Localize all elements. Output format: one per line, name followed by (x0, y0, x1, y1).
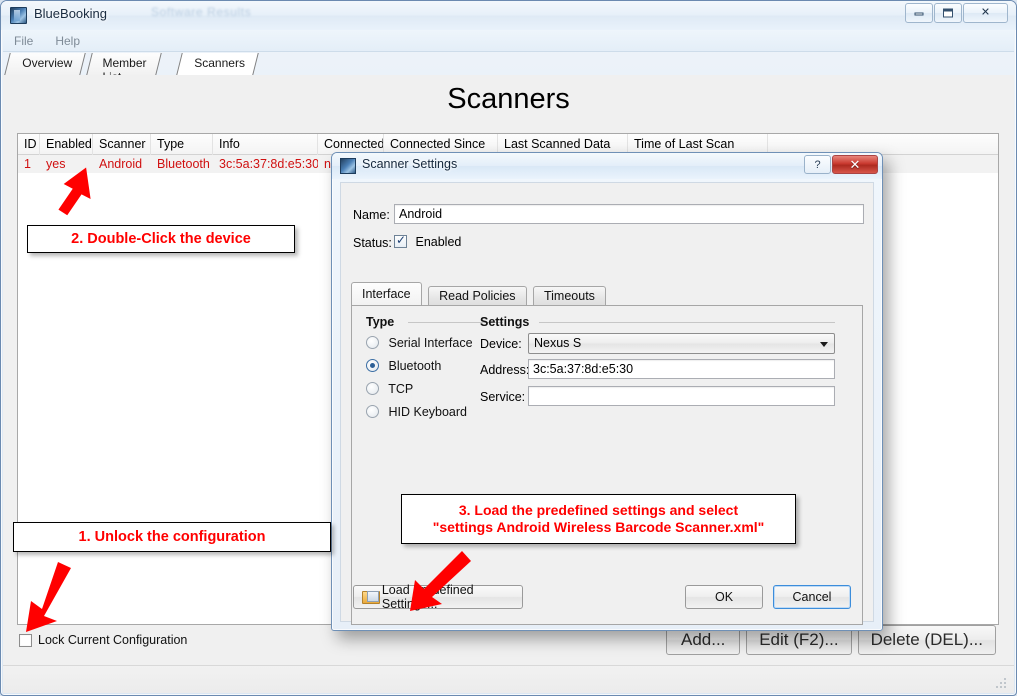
menu-item-help[interactable]: Help (44, 34, 91, 48)
resize-grip-icon[interactable] (996, 678, 1008, 690)
cell-enabled: yes (46, 157, 66, 171)
dialog-tab-read-policies[interactable]: Read Policies (428, 286, 527, 307)
maximize-button[interactable] (934, 3, 962, 23)
device-label: Device: (480, 337, 522, 351)
annotation-step-2-text: 2. Double-Click the device (71, 230, 251, 247)
dialog-app-icon (340, 158, 356, 174)
radio-serial-interface[interactable]: Serial Interface (366, 336, 473, 350)
ok-button[interactable]: OK (685, 585, 763, 609)
col-scanner[interactable]: Scanner (93, 133, 151, 155)
window-title: BlueBooking (34, 6, 107, 21)
dialog-tab-timeouts[interactable]: Timeouts (532, 286, 606, 307)
cell-scanner: Android (99, 157, 143, 171)
service-label: Service: (480, 390, 526, 404)
type-group-label: Type (366, 315, 395, 329)
lock-configuration-label: Lock Current Configuration (38, 633, 188, 647)
annotation-step-2: 2. Double-Click the device (27, 225, 295, 253)
load-predefined-settings-label: Load Predefined Settings... (381, 583, 474, 611)
name-label: Name: (353, 208, 390, 222)
lock-configuration-row[interactable]: Lock Current Configuration (19, 633, 187, 647)
radio-tcp[interactable]: TCP (366, 382, 413, 396)
device-combobox[interactable]: Nexus S (528, 333, 835, 354)
name-input[interactable]: Android (394, 204, 864, 224)
tab-scanners-label: Scanners (194, 56, 245, 70)
minimize-button[interactable] (905, 3, 933, 23)
dialog-tab-interface[interactable]: Interface (351, 282, 422, 305)
folder-icon (362, 590, 380, 604)
chevron-down-icon (820, 342, 828, 347)
status-enabled-label: Enabled (415, 235, 462, 249)
dialog-body: Name: Android Status: Enabled Interface … (340, 182, 874, 625)
annotation-step-3-line-1: 3. Load the predefined settings and sele… (458, 501, 739, 518)
tab-overview[interactable]: Overview (4, 53, 85, 75)
col-enabled[interactable]: Enabled (40, 133, 93, 155)
address-input[interactable]: 3c:5a:37:8d:e5:30 (528, 359, 835, 379)
window-titlebar: BlueBooking Software Results ✕ (1, 1, 1016, 30)
scanner-settings-dialog: Scanner Settings ? ✕ Name: Android Statu… (331, 152, 883, 631)
tab-scanners[interactable]: Scanners (176, 53, 258, 75)
page-title: Scanners (447, 83, 570, 115)
close-icon: ✕ (980, 6, 991, 19)
cancel-button[interactable]: Cancel (773, 585, 851, 609)
tab-overview-label: Overview (22, 56, 73, 70)
tab-member-list[interactable]: Member List (86, 53, 161, 84)
radio-bluetooth[interactable]: Bluetooth (366, 359, 441, 373)
lock-configuration-checkbox[interactable] (19, 633, 32, 647)
radio-dot-icon (366, 382, 379, 395)
status-label: Status: (353, 236, 392, 250)
radio-hid-keyboard[interactable]: HID Keyboard (366, 405, 467, 419)
status-enabled-row[interactable]: Enabled (394, 233, 462, 249)
background-ghost-text: Software Results (151, 5, 252, 19)
cell-id: 1 (24, 157, 31, 171)
dialog-window-controls: ? ✕ (803, 155, 878, 174)
radio-dot-icon (366, 336, 379, 349)
settings-group-label: Settings (480, 315, 530, 329)
radio-dot-icon (366, 405, 379, 418)
col-id[interactable]: ID (18, 133, 40, 155)
status-bar (3, 665, 1014, 693)
annotation-step-1-text: 1. Unlock the configuration (78, 528, 266, 545)
dialog-tabstrip: Interface Read Policies Timeouts (351, 282, 608, 307)
status-enabled-checkbox[interactable] (394, 233, 407, 248)
screenshot-root: BlueBooking Software Results ✕ File Help… (0, 0, 1017, 696)
interface-tab-panel: Type Serial Interface Bluetooth TCP HID … (351, 305, 863, 625)
address-label: Address: (480, 363, 530, 377)
annotation-step-3-line-2: "settings Android Wireless Barcode Scann… (432, 519, 765, 535)
col-info[interactable]: Info (213, 133, 318, 155)
menu-item-file[interactable]: File (3, 34, 44, 48)
dialog-title: Scanner Settings (362, 157, 458, 171)
cell-info: 3c:5a:37:8d:e5:30 (219, 157, 318, 171)
load-predefined-settings-button[interactable]: Load Predefined Settings... (353, 583, 523, 611)
dialog-close-button[interactable]: ✕ (832, 155, 878, 174)
cell-type: Bluetooth (157, 157, 210, 171)
settings-group-divider (539, 322, 835, 323)
radio-tcp-label: TCP (388, 382, 414, 396)
col-type[interactable]: Type (151, 133, 213, 155)
dialog-titlebar: Scanner Settings ? ✕ (332, 153, 882, 179)
radio-dot-icon (366, 359, 379, 372)
close-icon: ✕ (849, 156, 861, 172)
radio-bluetooth-label: Bluetooth (388, 359, 442, 373)
annotation-step-1: 1. Unlock the configuration (13, 522, 331, 552)
annotation-step-3: 3. Load the predefined settings and sele… (401, 494, 796, 544)
radio-serial-interface-label: Serial Interface (388, 336, 473, 350)
app-icon (10, 7, 27, 24)
radio-hid-keyboard-label: HID Keyboard (388, 405, 467, 419)
close-button[interactable]: ✕ (963, 3, 1008, 23)
dialog-help-button[interactable]: ? (804, 155, 831, 174)
question-mark-icon: ? (814, 158, 821, 171)
window-controls: ✕ (904, 3, 1008, 23)
menu-bar: File Help (3, 30, 1014, 52)
service-input[interactable] (528, 386, 835, 406)
